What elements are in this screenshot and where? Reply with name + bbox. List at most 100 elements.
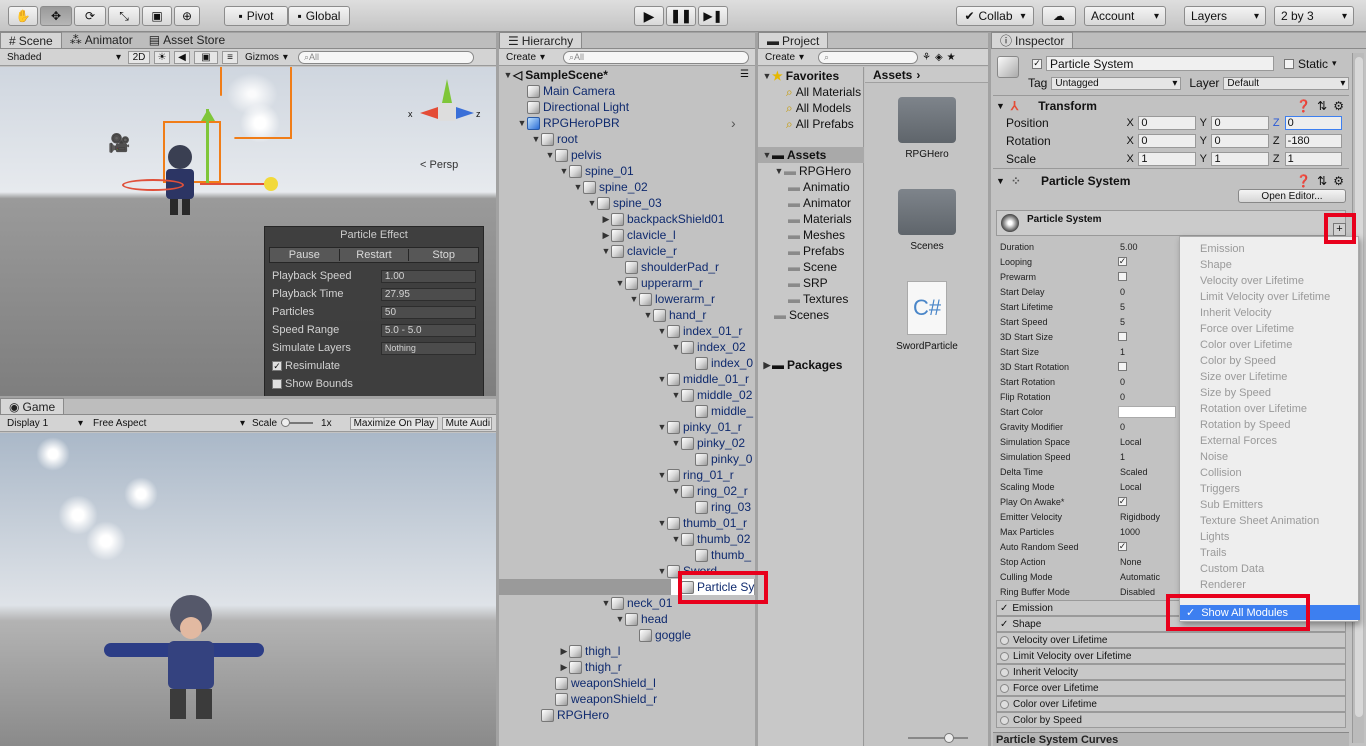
- hierarchy-item[interactable]: ▼ middle_02: [671, 387, 753, 403]
- asset-folder-item[interactable]: ▬ Animator: [788, 195, 851, 211]
- tab-game[interactable]: ◉ Game: [0, 398, 65, 414]
- pivot-button[interactable]: ▪ Pivot: [224, 6, 288, 26]
- star-icon[interactable]: ★: [947, 52, 956, 63]
- hierarchy-item[interactable]: index_0: [685, 355, 753, 371]
- scale-tool-button[interactable]: ⤡: [108, 6, 140, 26]
- modules-menu-item[interactable]: Sub Emitters: [1180, 497, 1358, 513]
- hierarchy-item[interactable]: goggle: [629, 627, 691, 643]
- restart-effect-button[interactable]: Restart: [340, 249, 410, 261]
- collapse-arrow-icon[interactable]: ▼: [573, 182, 583, 192]
- modules-menu-item[interactable]: Custom Data: [1180, 561, 1358, 577]
- expand-arrow-icon[interactable]: ▶: [559, 646, 569, 657]
- hierarchy-item[interactable]: ▶ clavicle_l: [601, 227, 676, 243]
- modules-menu-item[interactable]: Trails: [1180, 545, 1358, 561]
- assets-row[interactable]: ▼ ▬ Assets: [758, 147, 864, 163]
- audio-toggle[interactable]: ◀: [174, 50, 190, 64]
- collab-dropdown[interactable]: ✔ Collab: [956, 6, 1034, 26]
- modules-menu-item[interactable]: Lights: [1180, 529, 1358, 545]
- stop-effect-button[interactable]: Stop: [409, 249, 478, 261]
- pause-effect-button[interactable]: Pause: [270, 249, 340, 261]
- transform-header[interactable]: ▼ ⅄ Transform ❓ ⇅ ⚙: [996, 98, 1348, 114]
- shading-dropdown[interactable]: Shaded: [4, 51, 124, 64]
- static-dropdown-icon[interactable]: ▾: [1332, 58, 1337, 69]
- modules-menu-item[interactable]: External Forces: [1180, 433, 1358, 449]
- particle-effect-check-row[interactable]: Show Only Selected: [265, 393, 483, 396]
- hierarchy-item[interactable]: middle_: [685, 403, 753, 419]
- hierarchy-item[interactable]: weaponShield_r: [545, 691, 657, 707]
- hierarchy-item[interactable]: ▼ RPGHeroPBR ›: [517, 115, 736, 131]
- project-breadcrumb[interactable]: Assets ›: [865, 67, 988, 83]
- rotate-tool-button[interactable]: ⟳: [74, 6, 106, 26]
- expand-arrow-icon[interactable]: ▶: [559, 662, 569, 673]
- tag-icon[interactable]: ◈: [935, 52, 943, 63]
- effects-dropdown[interactable]: ▣: [194, 50, 218, 64]
- hierarchy-item[interactable]: Directional Light: [517, 99, 629, 115]
- particle-effect-checkbox[interactable]: ✓: [272, 361, 282, 371]
- 2d-toggle[interactable]: 2D: [128, 50, 150, 64]
- particle-effect-checkbox[interactable]: [272, 379, 282, 389]
- asset-folder-item[interactable]: ▬ Prefabs: [788, 243, 844, 259]
- particle-property-value[interactable]: Rigidbody: [1118, 511, 1176, 523]
- hierarchy-item[interactable]: ring_03: [685, 499, 751, 515]
- collapse-arrow-icon[interactable]: ▼: [587, 198, 597, 208]
- asset-folder-item[interactable]: ▬ Scene: [788, 259, 837, 275]
- tag-dropdown[interactable]: Untagged: [1051, 76, 1182, 90]
- modules-menu-item[interactable]: Size over Lifetime: [1180, 369, 1358, 385]
- transform-y-field[interactable]: 0: [1211, 116, 1269, 130]
- favorites-row[interactable]: ▼ ★ Favorites: [762, 68, 840, 84]
- particle-property-checkbox[interactable]: ✓: [1118, 256, 1127, 266]
- collapse-arrow-icon[interactable]: ▼: [517, 118, 527, 128]
- transform-tool-button[interactable]: ⊕: [174, 6, 200, 26]
- curves-panel-header[interactable]: Particle System Curves: [993, 732, 1349, 746]
- scene-viewport[interactable]: 🎥 x z < Persp Particle Effect Pause Rest…: [0, 67, 496, 396]
- collapse-arrow-icon[interactable]: ▼: [657, 374, 667, 384]
- hierarchy-item[interactable]: shoulderPad_r: [615, 259, 719, 275]
- particle-effect-row-value[interactable]: 50: [380, 305, 476, 319]
- particle-property-value[interactable]: 1000: [1118, 526, 1176, 538]
- hierarchy-item[interactable]: thumb_: [685, 547, 751, 563]
- asset-grid-item[interactable]: RPGHero: [877, 97, 977, 181]
- asset-grid-item[interactable]: C# SwordParticle: [877, 281, 977, 365]
- lighting-toggle[interactable]: ☀: [154, 50, 170, 64]
- particle-property-value[interactable]: 0: [1118, 286, 1176, 298]
- module-checkbox[interactable]: ✓: [1000, 619, 1008, 630]
- asset-folder-item[interactable]: ▬ SRP: [788, 275, 828, 291]
- hierarchy-item[interactable]: ▼ middle_01_r: [657, 371, 750, 387]
- particle-property-value[interactable]: 1: [1118, 346, 1176, 358]
- hierarchy-item[interactable]: ▼ pelvis: [545, 147, 602, 163]
- transform-y-field[interactable]: 1: [1211, 152, 1269, 166]
- hierarchy-item[interactable]: ▼ root: [531, 131, 578, 147]
- modules-menu-item[interactable]: Triggers: [1180, 481, 1358, 497]
- module-toggle[interactable]: [1000, 651, 1009, 661]
- asset-folder-item[interactable]: ▬ Textures: [788, 291, 848, 307]
- collapse-arrow-icon[interactable]: ▼: [774, 166, 784, 176]
- hierarchy-item[interactable]: ▼ thumb_02: [671, 531, 751, 547]
- transform-z-field[interactable]: -180: [1284, 134, 1342, 148]
- collapse-arrow-icon[interactable]: ▼: [671, 486, 681, 496]
- modules-menu-item[interactable]: Shape: [1180, 257, 1358, 273]
- start-color-field[interactable]: [1118, 405, 1176, 418]
- collapse-arrow-icon[interactable]: ▼: [657, 518, 667, 528]
- hierarchy-item[interactable]: ▶ backpackShield01: [601, 211, 725, 227]
- packages-row[interactable]: ▶ ▬ Packages: [762, 357, 843, 373]
- favorite-item[interactable]: ⌕ All Prefabs: [786, 116, 854, 132]
- collapse-arrow-icon[interactable]: ▼: [531, 134, 541, 144]
- transform-z-field[interactable]: 0: [1284, 116, 1342, 130]
- tab-hierarchy[interactable]: ☰ Hierarchy: [499, 32, 583, 48]
- hierarchy-item[interactable]: ▼ thumb_01_r: [657, 515, 748, 531]
- tab-asset-store[interactable]: ▤ Asset Store: [141, 32, 233, 48]
- particle-system-main-module[interactable]: Particle System: [996, 210, 1346, 236]
- collapse-arrow-icon[interactable]: ▼: [615, 614, 625, 624]
- particle-property-value[interactable]: Automatic: [1118, 571, 1176, 583]
- modules-menu-item[interactable]: Force over Lifetime: [1180, 321, 1358, 337]
- object-name-field[interactable]: Particle System: [1046, 56, 1274, 71]
- filter-type-icon[interactable]: ⚘: [922, 52, 931, 63]
- hierarchy-item[interactable]: ▼ pinky_01_r: [657, 419, 742, 435]
- particle-property-value[interactable]: Scaled: [1118, 466, 1176, 478]
- modules-menu-item[interactable]: Rotation over Lifetime: [1180, 401, 1358, 417]
- particle-property-value[interactable]: Local: [1118, 481, 1176, 493]
- hierarchy-item[interactable]: ▼ clavicle_r: [601, 243, 677, 259]
- module-toggle[interactable]: [1000, 715, 1009, 725]
- particle-effect-row-value[interactable]: Nothing: [380, 341, 476, 355]
- expand-arrow-icon[interactable]: ▶: [601, 230, 611, 241]
